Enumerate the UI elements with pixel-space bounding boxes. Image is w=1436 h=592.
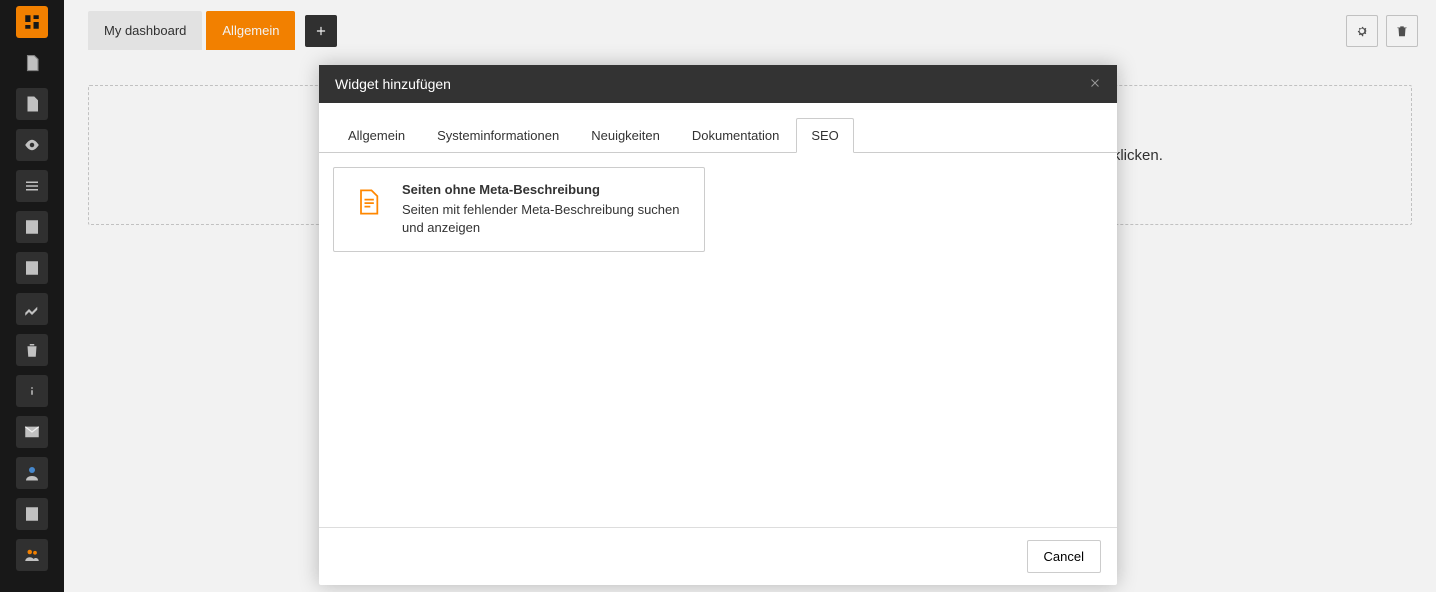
widget-card-seo-meta[interactable]: Seiten ohne Meta-Beschreibung Seiten mit… bbox=[333, 167, 705, 252]
cancel-button[interactable]: Cancel bbox=[1027, 540, 1101, 573]
widget-card-title: Seiten ohne Meta-Beschreibung bbox=[402, 182, 690, 197]
document-list-icon bbox=[354, 188, 382, 216]
widget-card-description: Seiten mit fehlender Meta-Beschreibung s… bbox=[402, 201, 690, 237]
modal-tab-neuigkeiten[interactable]: Neuigkeiten bbox=[576, 118, 675, 153]
widget-card-icon bbox=[348, 182, 388, 222]
close-icon bbox=[1089, 77, 1101, 89]
modal-tabs: Allgemein Systeminformationen Neuigkeite… bbox=[319, 103, 1117, 153]
modal-body: Seiten ohne Meta-Beschreibung Seiten mit… bbox=[319, 153, 1117, 527]
modal-tab-seo[interactable]: SEO bbox=[796, 118, 853, 153]
modal-footer: Cancel bbox=[319, 527, 1117, 585]
add-widget-modal: Widget hinzufügen Allgemein Systeminform… bbox=[319, 65, 1117, 585]
modal-tab-dokumentation[interactable]: Dokumentation bbox=[677, 118, 794, 153]
modal-close-button[interactable] bbox=[1089, 76, 1101, 92]
modal-tab-allgemein[interactable]: Allgemein bbox=[333, 118, 420, 153]
widget-card-text: Seiten ohne Meta-Beschreibung Seiten mit… bbox=[402, 182, 690, 237]
modal-tab-systeminfo[interactable]: Systeminformationen bbox=[422, 118, 574, 153]
modal-header: Widget hinzufügen bbox=[319, 65, 1117, 103]
modal-title: Widget hinzufügen bbox=[335, 76, 451, 92]
